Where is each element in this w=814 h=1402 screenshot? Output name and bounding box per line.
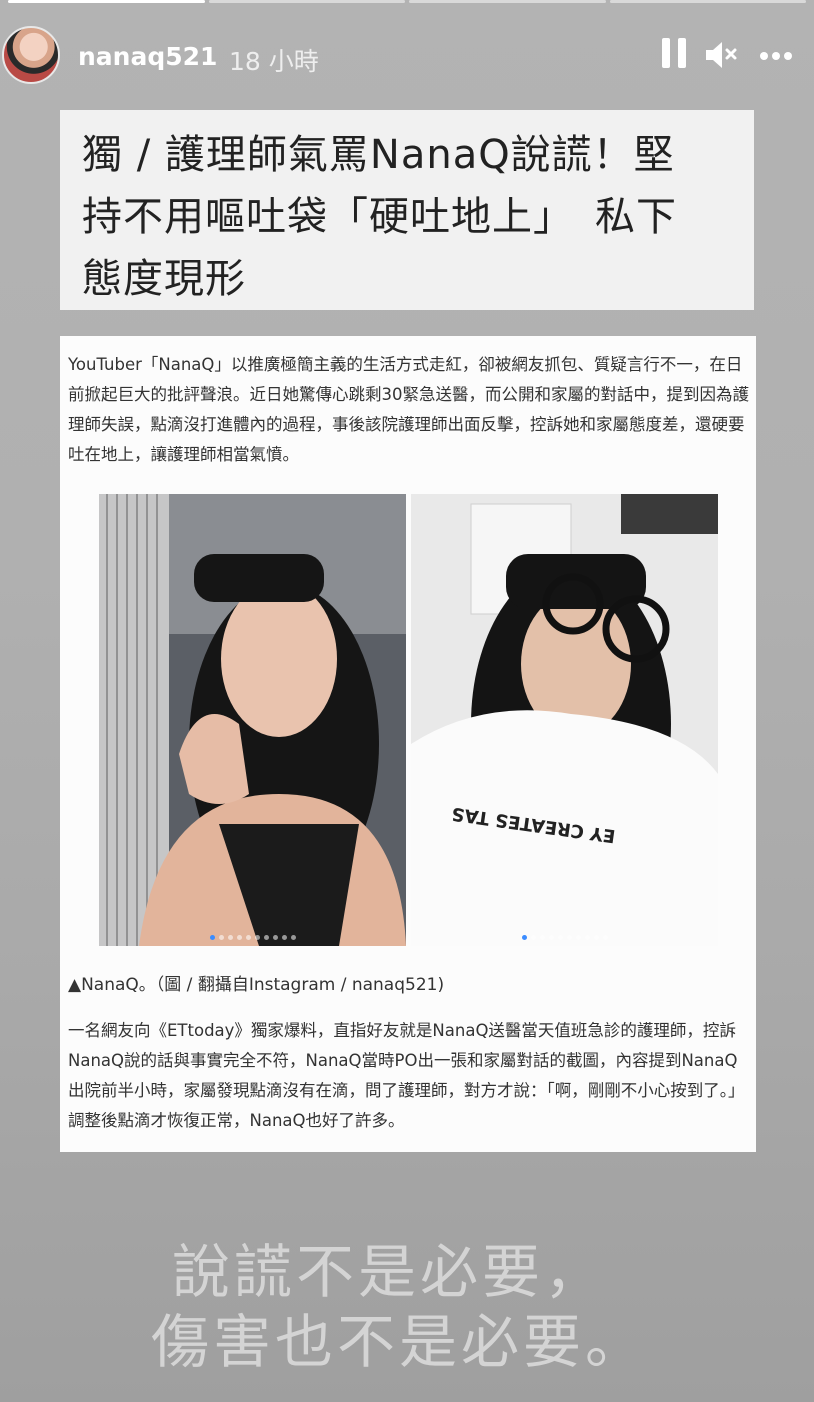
portrait-image — [99, 494, 406, 946]
story-overlay-text: 說謊不是必要， — [171, 1238, 606, 1306]
pause-icon[interactable] — [662, 38, 686, 70]
progress-segment — [409, 0, 606, 3]
speaker-muted-icon[interactable] — [704, 40, 740, 74]
photo-left — [99, 494, 406, 946]
photo-caption: ▲NanaQ。（圖 / 翻攝自Instagram / nanaq521) — [68, 975, 445, 995]
article-paragraph: YouTuber「NanaQ」以推廣極簡主義的生活方式走紅，卻被網友抓包、質疑言… — [68, 355, 749, 464]
story-header: nanaq521 18 小時 — [0, 22, 814, 92]
more-horizontal-icon[interactable] — [760, 52, 792, 60]
headline-line: 持不用嘔吐袋「硬吐地上」 私下 — [82, 194, 677, 240]
article-paragraph: 一名網友向《ETtoday》獨家爆料，直指好友就是NanaQ送醫當天值班急診的護… — [68, 1021, 745, 1130]
headline-line: 態度現形 — [82, 256, 246, 302]
article-headline: 獨 / 護理師氣罵NanaQ說謊！堅 持不用嘔吐袋「硬吐地上」 私下 態度現形 — [60, 110, 754, 310]
avatar[interactable] — [2, 26, 60, 84]
carousel-dots — [521, 935, 608, 940]
portrait-image — [411, 494, 718, 946]
story-overlay-text: 傷害也不是必要。 — [150, 1308, 647, 1376]
photo-right: EY CREATES TAS — [411, 494, 718, 946]
time-ago: 18 小時 — [229, 47, 319, 76]
carousel-dots — [209, 935, 296, 940]
username[interactable]: nanaq521 — [78, 42, 217, 71]
progress-segment — [8, 0, 205, 3]
headline-line: 獨 / 護理師氣罵NanaQ說謊！堅 — [82, 132, 675, 178]
progress-segment — [208, 0, 405, 3]
progress-segment — [609, 0, 806, 3]
article-screenshot: YouTuber「NanaQ」以推廣極簡主義的生活方式走紅，卻被網友抓包、質疑言… — [60, 336, 756, 1152]
story-progress-bar — [8, 0, 806, 3]
